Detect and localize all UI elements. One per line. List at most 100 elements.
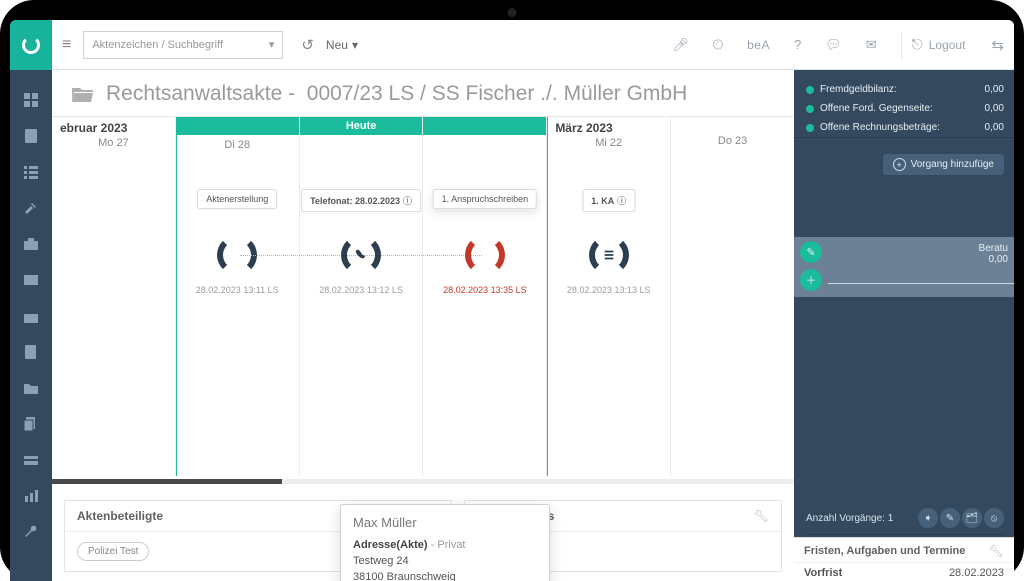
- grid-icon[interactable]: [21, 92, 41, 108]
- balance-label: Offene Ford. Gegenseite:: [820, 103, 933, 114]
- new-label: Neu: [326, 38, 348, 52]
- wrench-icon[interactable]: [21, 524, 41, 540]
- timeline: Heute ebruar 2023 Mo 27 Di 28 Aktenerste…: [52, 116, 794, 476]
- timeline-event-timestamp: 28.02.2023 13:13 LS: [567, 285, 651, 295]
- info-icon: ⓘ: [403, 196, 412, 206]
- microphone-icon[interactable]: 🎤︎: [666, 37, 695, 53]
- timeline-column: ebruar 2023 Mo 27: [52, 117, 176, 476]
- timeline-event-marker[interactable]: [341, 235, 381, 275]
- timeline-scroll-thumb[interactable]: [52, 479, 282, 484]
- timeline-column: Telefonat: 28.02.2023ⓘ 28.02.2023 13:12 …: [300, 117, 424, 476]
- documents-icon[interactable]: [21, 416, 41, 432]
- popover-address-kind: - Privat: [428, 539, 466, 551]
- book-icon[interactable]: [21, 128, 41, 144]
- search-placeholder: Aktenzeichen / Suchbegriff: [92, 39, 223, 51]
- topbar: ≡ Aktenzeichen / Suchbegriff ▾ ↺ Neu ▾ 🎤︎…: [52, 20, 1014, 70]
- calendar-icon[interactable]: [21, 308, 41, 324]
- hide-button[interactable]: ⦸: [984, 508, 1004, 528]
- archive-button[interactable]: 🗂︎: [962, 508, 982, 528]
- app-logo[interactable]: [10, 20, 52, 70]
- list-icon[interactable]: [21, 164, 41, 180]
- vorgang-amount: 0,00: [979, 254, 1008, 265]
- vorgang-detail-row[interactable]: ✎ ＋ Beratu0,00: [794, 237, 1014, 297]
- vorgang-name: Beratu: [979, 243, 1008, 254]
- case-title-bar: Rechtsanwaltsakte - 0007/23 LS / SS Fisc…: [52, 70, 794, 116]
- status-dot-icon: [806, 86, 814, 94]
- timeline-event-timestamp: 28.02.2023 13:12 LS: [319, 285, 403, 295]
- slider-track[interactable]: [828, 283, 1014, 284]
- new-dropdown[interactable]: Neu ▾: [326, 38, 358, 52]
- timeline-event-marker[interactable]: [589, 235, 629, 275]
- menu-toggle-icon[interactable]: ≡: [62, 36, 71, 54]
- left-nav-rail: [10, 20, 52, 581]
- timeline-column: 1. Anspruchschreiben 28.02.2023 13:35 LS: [423, 117, 547, 476]
- clock-icon[interactable]: 🕘︎: [707, 37, 729, 53]
- goto-button[interactable]: ➧: [918, 508, 938, 528]
- balance-list: Fremdgeldbilanz: 0,00 Offene Ford. Gegen…: [794, 70, 1014, 138]
- balance-row: Fremdgeldbilanz: 0,00: [806, 80, 1004, 99]
- card-icon[interactable]: [21, 452, 41, 468]
- timeline-column: Di 28 Aktenerstellung 28.02.2023 13:11 L…: [176, 117, 300, 476]
- add-sub-vorgang-button[interactable]: ＋: [800, 269, 822, 291]
- timeline-event-timestamp: 28.02.2023 13:35 LS: [443, 285, 527, 295]
- edit-button[interactable]: ✎: [940, 508, 960, 528]
- participant-chip[interactable]: Polizei Test: [77, 542, 149, 561]
- logout-button[interactable]: ⎋ Logout: [901, 31, 972, 59]
- search-combobox[interactable]: Aktenzeichen / Suchbegriff ▾: [83, 31, 283, 59]
- wrench-icon[interactable]: 🔧︎: [989, 544, 1004, 558]
- right-panel: Fremdgeldbilanz: 0,00 Offene Ford. Gegen…: [794, 70, 1014, 581]
- month-label: ebruar 2023: [60, 121, 167, 135]
- timeline-event-chip[interactable]: 1. Anspruchschreiben: [433, 189, 538, 209]
- vorgang-footer: Anzahl Vorgänge: 1 ➧ ✎ 🗂︎ ⦸: [806, 508, 1004, 535]
- day-label: Mo 27: [60, 137, 167, 149]
- wrench-icon[interactable]: 🔧︎: [754, 509, 769, 523]
- deadline-date: 28.02.2023: [949, 567, 1004, 579]
- help-icon[interactable]: ?: [788, 37, 807, 52]
- timeline-column: Do 23: [671, 117, 794, 476]
- sliders-icon[interactable]: ⇆: [983, 36, 1004, 54]
- mail-icon[interactable]: [21, 272, 41, 288]
- popover-address-line: 38100 Braunschweig: [353, 570, 537, 581]
- deadline-label: Vorfrist: [804, 567, 842, 579]
- month-label: März 2023: [555, 121, 662, 135]
- balance-label: Fremdgeldbilanz:: [820, 84, 897, 95]
- suitcase-icon[interactable]: [21, 236, 41, 252]
- envelope-icon[interactable]: ✉︎: [860, 37, 883, 53]
- gavel-icon[interactable]: [21, 200, 41, 216]
- logout-icon: ⎋: [912, 36, 923, 53]
- balance-value: 0,00: [985, 103, 1004, 114]
- balance-value: 0,00: [985, 84, 1004, 95]
- timeline-event-chip[interactable]: 1. KAⓘ: [582, 189, 635, 212]
- logout-label: Logout: [929, 38, 966, 52]
- balance-row: Offene Rechnungsbeträge: 0,00: [806, 118, 1004, 137]
- chart-icon[interactable]: [21, 488, 41, 504]
- bea-button[interactable]: beA: [741, 38, 776, 52]
- card-title: Fristen, Aufgaben und Termine: [804, 545, 965, 557]
- chevron-down-icon: ▾: [352, 38, 358, 52]
- status-dot-icon: [806, 105, 814, 113]
- page-title: Rechtsanwaltsakte - 0007/23 LS / SS Fisc…: [106, 82, 687, 106]
- status-dot-icon: [806, 124, 814, 132]
- chat-icon[interactable]: 💬︎: [819, 37, 848, 53]
- contacts-icon[interactable]: [21, 344, 41, 360]
- add-vorgang-label: Vorgang hinzufüge: [911, 159, 994, 170]
- info-icon: ⓘ: [617, 196, 626, 206]
- vorgang-count-label: Anzahl Vorgänge: 1: [806, 513, 893, 524]
- add-vorgang-button[interactable]: +Vorgang hinzufüge: [794, 138, 1014, 175]
- timeline-event-chip[interactable]: Aktenerstellung: [197, 189, 277, 209]
- contact-popover: Max Müller Adresse(Akte) - Privat Testwe…: [340, 504, 550, 581]
- balance-row: Offene Ford. Gegenseite: 0,00: [806, 99, 1004, 118]
- timeline-event-timestamp: 28.02.2023 13:11 LS: [196, 285, 279, 295]
- timeline-event-marker[interactable]: [465, 235, 505, 275]
- chevron-down-icon: ▾: [269, 38, 275, 51]
- undo-icon[interactable]: ↺: [301, 36, 314, 54]
- day-label: Do 23: [679, 135, 786, 147]
- popover-address-label: Adresse(Akte): [353, 539, 428, 551]
- edit-vorgang-button[interactable]: ✎: [800, 241, 822, 263]
- day-label: Mi 22: [555, 137, 662, 149]
- folder-open-icon: [72, 85, 94, 103]
- timeline-event-chip[interactable]: Telefonat: 28.02.2023ⓘ: [301, 189, 421, 212]
- timeline-column: März 2023 Mi 22 1. KAⓘ 28.02.2023 13:13 …: [547, 117, 671, 476]
- folder-icon[interactable]: [21, 380, 41, 396]
- card-title: Aktenbeteiligte: [77, 509, 163, 523]
